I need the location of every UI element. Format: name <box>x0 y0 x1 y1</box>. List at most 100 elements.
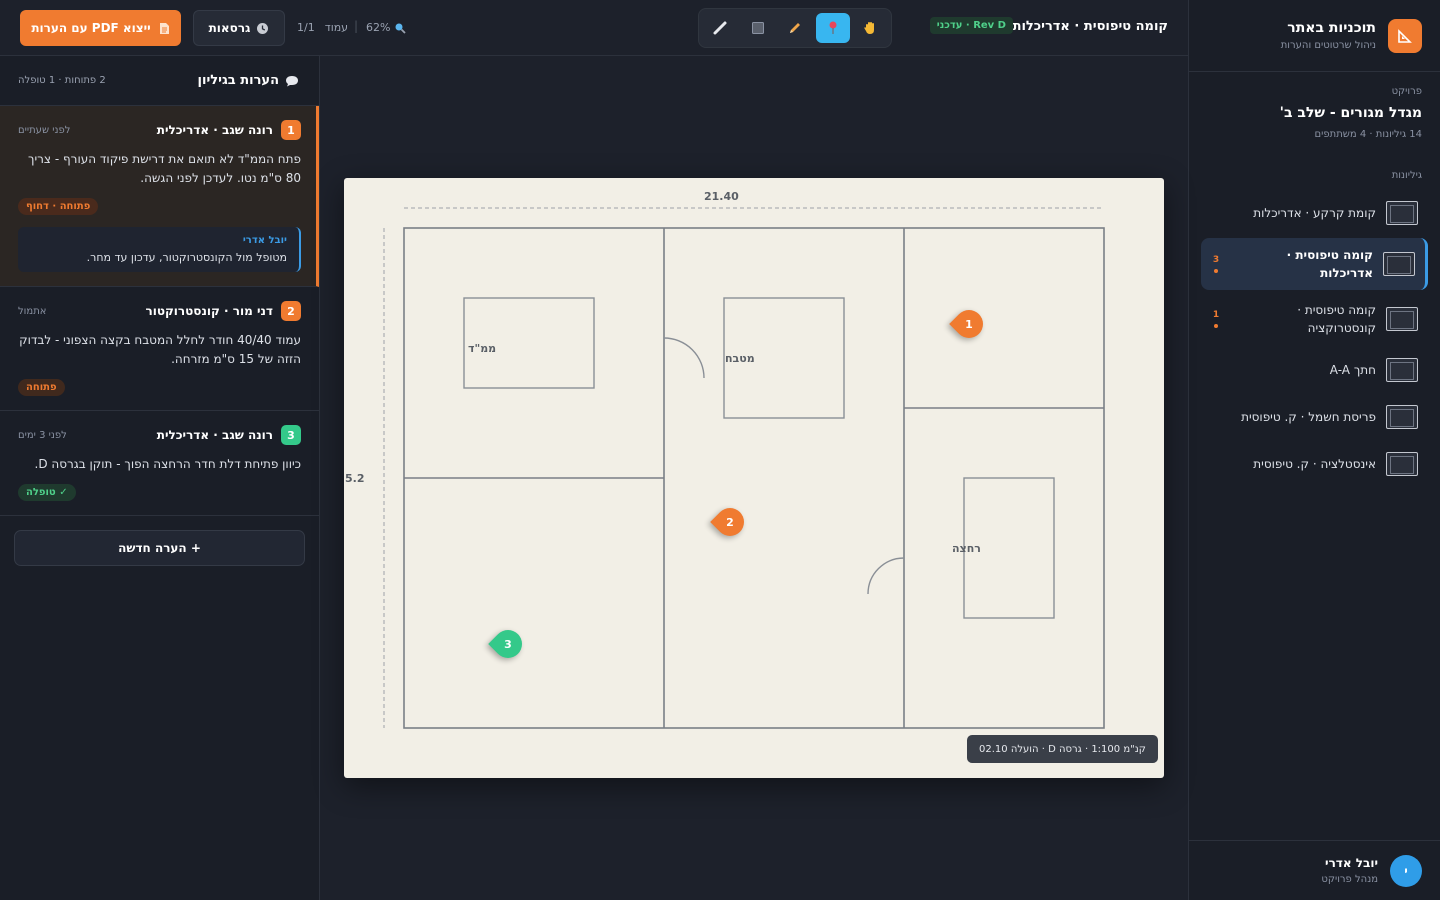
comments-title-text: הערות בגיליון <box>197 73 279 88</box>
dimension-width: 21.40 <box>704 190 739 203</box>
room-label-safe-room: ממ"ד <box>468 342 497 355</box>
revision-badge: Rev D · עדכני <box>929 17 1013 34</box>
brand-header: תוכניות באתר ניהול שרטוטים והערות <box>1189 0 1440 72</box>
zoom-value: 62% <box>366 21 391 34</box>
pin-tool[interactable] <box>815 13 850 43</box>
sheet-comment-badge: 3 <box>1211 255 1221 273</box>
rectangle-icon <box>751 22 764 34</box>
sheet-item-active[interactable]: קומה טיפוסית · אדריכלות 3 <box>1201 238 1428 290</box>
status-badge[interactable]: ✓ טופלה <box>18 484 76 501</box>
project-label: פרויקט <box>1391 86 1422 97</box>
room-label-bathroom: רחצה <box>952 542 981 555</box>
sheet-item[interactable]: קומה טיפוסית · קונסטרוקציה 1 <box>1201 293 1428 345</box>
project-name[interactable]: מגדל מגורים - שלב ב' <box>1207 105 1422 121</box>
comment-number: 3 <box>281 425 301 445</box>
reply-author: יובל אדרי <box>242 235 287 246</box>
project-info: פרויקט מגדל מגורים - שלב ב' 14 גיליונות … <box>1189 72 1440 140</box>
unread-dot <box>1214 324 1218 328</box>
comment-card-active[interactable]: 1 רונה שגב · אדריכלית לפני שעתיים פתח המ… <box>0 106 319 287</box>
comment-time: לפני שעתיים <box>18 124 71 136</box>
new-comment-button[interactable]: + הערה חדשה <box>14 530 305 566</box>
sheet-name: חתך A-A <box>1329 363 1376 377</box>
topbar: קומה טיפוסית · אדריכלות Rev D · עדכני יי… <box>0 0 1188 56</box>
export-pdf-button[interactable]: ייצוא PDF עם הערות <box>20 10 181 46</box>
pin-number: 1 <box>965 317 973 331</box>
hand-icon <box>864 22 874 34</box>
versions-button[interactable]: גרסאות <box>193 10 285 46</box>
sheet-comment-count: 1 <box>1212 310 1220 320</box>
toolbar-divider: | <box>354 19 359 33</box>
rectangle-tool[interactable] <box>741 13 775 43</box>
sheet-item[interactable]: קומת קרקע · אדריכלות <box>1201 191 1428 235</box>
comment-body: כיוון פתיחת דלת חדר הרחצה הפוך - תוקן בג… <box>34 457 301 471</box>
sheet-item[interactable]: פריסת חשמל · ק. טיפוסית <box>1201 395 1428 439</box>
sheet-item[interactable]: חתך A-A <box>1201 348 1428 392</box>
project-meta: 14 גיליונות · 4 משתתפים <box>1314 129 1422 140</box>
sheet-comment-badge: 1 <box>1211 310 1221 328</box>
sheet-thumbnail <box>1386 201 1418 225</box>
status-badge[interactable]: פתוחה · דחוף <box>18 198 99 215</box>
room-label-kitchen: מטבח <box>725 352 755 365</box>
versions-label: גרסאות <box>208 21 251 35</box>
sheet-name: קומת קרקע · אדריכלות <box>1253 206 1376 220</box>
sheet-thumbnail <box>1386 452 1418 476</box>
drawing-toolbar <box>698 8 892 48</box>
comment-pin-3[interactable]: 3 <box>494 630 522 658</box>
sheet-item[interactable]: אינסטלציה · ק. טיפוסית <box>1201 442 1428 486</box>
comment-author: רונה שגב · אדריכלית <box>156 428 273 442</box>
comment-body: עמוד 40/40 חודר לחלל המטבח בקצה הצפוני -… <box>19 333 301 366</box>
hand-tool[interactable] <box>853 13 887 43</box>
clock-icon <box>257 22 269 34</box>
user-name: יובל אדרי <box>1325 856 1378 870</box>
zoom-control[interactable]: 62% <box>366 21 407 34</box>
pin-number: 2 <box>726 515 734 529</box>
comment-pin-2[interactable]: 2 <box>716 508 744 536</box>
comments-title: הערות בגיליון <box>198 73 299 88</box>
floor-plan-drawing <box>383 207 1105 729</box>
comments-panel: הערות בגיליון 2 פתוחות · 1 טופלה 1 רונה … <box>0 56 320 900</box>
ruler-tool[interactable] <box>703 13 737 43</box>
floor-plan-sheet[interactable]: 21.40 5.2 ממ"ד מטבח רחצה 1 2 3 קנ"מ 1:10… <box>344 178 1164 778</box>
sheet-name: קומה טיפוסית · קונסטרוקציה <box>1297 303 1376 335</box>
comment-author: רונה שגב · אדריכלית <box>156 123 273 137</box>
blueprint-icon <box>1388 18 1422 53</box>
comment-author: דני מור · קונסטרוקטור <box>145 304 273 318</box>
sheet-thumbnail <box>1386 358 1418 382</box>
page-indicator: עמוד 1/1 <box>297 21 348 34</box>
brand-subtitle: ניהול שרטוטים והערות <box>1280 40 1376 51</box>
user-role: מנהל פרויקט <box>1321 874 1378 885</box>
dimension-height: 5.2 <box>345 472 365 485</box>
sheet-name: קומה טיפוסית · אדריכלות <box>1286 248 1373 280</box>
brand-title: תוכניות באתר <box>1287 20 1376 36</box>
comment-card[interactable]: 3 רונה שגב · אדריכלית לפני 3 ימים כיוון … <box>0 411 319 516</box>
pen-tool[interactable] <box>778 13 812 43</box>
sheet-thumbnail <box>1386 405 1418 429</box>
sheet-comment-count: 3 <box>1212 255 1220 265</box>
sheet-name: אינסטלציה · ק. טיפוסית <box>1253 457 1376 471</box>
page-title: קומה טיפוסית · אדריכלות <box>1012 19 1168 34</box>
comment-number: 2 <box>281 301 301 321</box>
comment-number: 1 <box>281 120 301 140</box>
comments-count: 2 פתוחות · 1 טופלה <box>18 75 106 86</box>
page-label: עמוד <box>324 21 349 34</box>
sheets-heading: גיליונות <box>1391 170 1422 181</box>
pencil-icon <box>790 23 800 33</box>
drawing-canvas[interactable]: 21.40 5.2 ממ"ד מטבח רחצה 1 2 3 קנ"מ 1:10… <box>320 56 1188 900</box>
comment-pin-1[interactable]: 1 <box>955 310 983 338</box>
speech-bubble-icon <box>286 75 298 86</box>
sidebar: תוכניות באתר ניהול שרטוטים והערות פרויקט… <box>1188 0 1440 900</box>
ruler-icon <box>713 21 727 35</box>
comment-card[interactable]: 2 דני מור · קונסטרוקטור אתמול עמוד 40/40… <box>0 287 319 411</box>
comments-header: הערות בגיליון 2 פתוחות · 1 טופלה <box>0 56 319 106</box>
status-badge[interactable]: פתוחה <box>18 379 65 396</box>
comment-time: אתמול <box>18 305 47 317</box>
unread-dot <box>1214 269 1218 273</box>
sheet-thumbnail <box>1386 307 1418 331</box>
sheets-list: קומת קרקע · אדריכלות קומה טיפוסית · אדרי… <box>1189 191 1440 486</box>
export-pdf-label: ייצוא PDF עם הערות <box>31 21 151 35</box>
magnifier-icon <box>395 23 407 34</box>
pushpin-icon <box>829 21 836 34</box>
page-value: 1/1 <box>297 21 315 34</box>
current-user[interactable]: י יובל אדרי מנהל פרויקט <box>1188 840 1440 900</box>
sheet-name: פריסת חשמל · ק. טיפוסית <box>1241 410 1376 424</box>
